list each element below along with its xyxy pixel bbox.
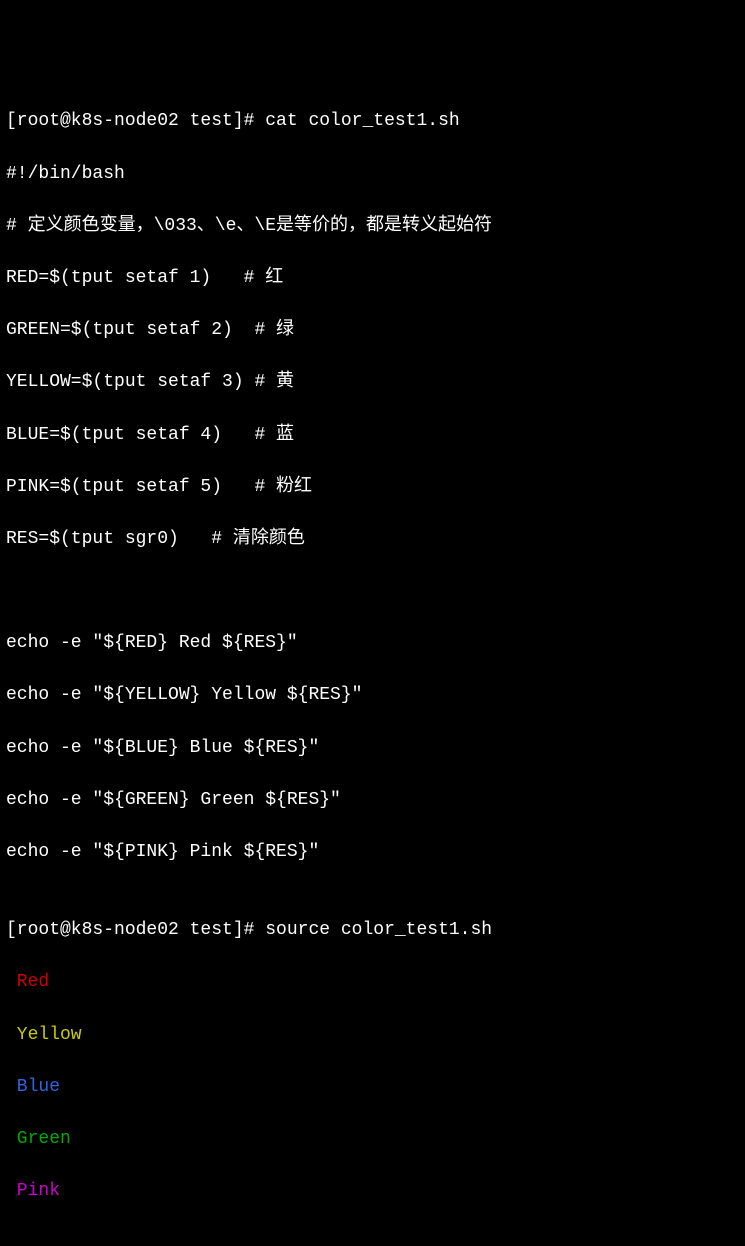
script-line-yellow: YELLOW=$(tput setaf 3) # 黄 <box>6 369 739 395</box>
script-echo-red: echo -e "${RED} Red ${RES}" <box>6 630 739 656</box>
script-echo-yellow: echo -e "${YELLOW} Yellow ${RES}" <box>6 682 739 708</box>
output-yellow: Yellow <box>6 1022 739 1048</box>
terminal-line[interactable]: [root@k8s-node02 test]# cat color_test1.… <box>6 108 739 134</box>
output-pink: Pink <box>6 1178 739 1204</box>
command-text: source color_test1.sh <box>265 920 492 940</box>
output-blue: Blue <box>6 1074 739 1100</box>
script-echo-blue: echo -e "${BLUE} Blue ${RES}" <box>6 735 739 761</box>
shell-prompt: [root@k8s-node02 test]# <box>6 920 265 940</box>
output-green: Green <box>6 1126 739 1152</box>
script-line-res: RES=$(tput sgr0) # 清除颜色 <box>6 526 739 552</box>
script-line-pink: PINK=$(tput setaf 5) # 粉红 <box>6 474 739 500</box>
script-line-blue: BLUE=$(tput setaf 4) # 蓝 <box>6 422 739 448</box>
script-line-red: RED=$(tput setaf 1) # 红 <box>6 265 739 291</box>
output-red: Red <box>6 969 739 995</box>
shell-prompt: [root@k8s-node02 test]# <box>6 111 265 131</box>
script-comment: # 定义颜色变量，\033、\e、\E是等价的，都是转义起始符 <box>6 213 739 239</box>
script-echo-pink: echo -e "${PINK} Pink ${RES}" <box>6 839 739 865</box>
script-shebang: #!/bin/bash <box>6 161 739 187</box>
script-line-green: GREEN=$(tput setaf 2) # 绿 <box>6 317 739 343</box>
command-text: cat color_test1.sh <box>265 111 459 131</box>
script-echo-green: echo -e "${GREEN} Green ${RES}" <box>6 787 739 813</box>
terminal-line[interactable]: [root@k8s-node02 test]# source color_tes… <box>6 917 739 943</box>
